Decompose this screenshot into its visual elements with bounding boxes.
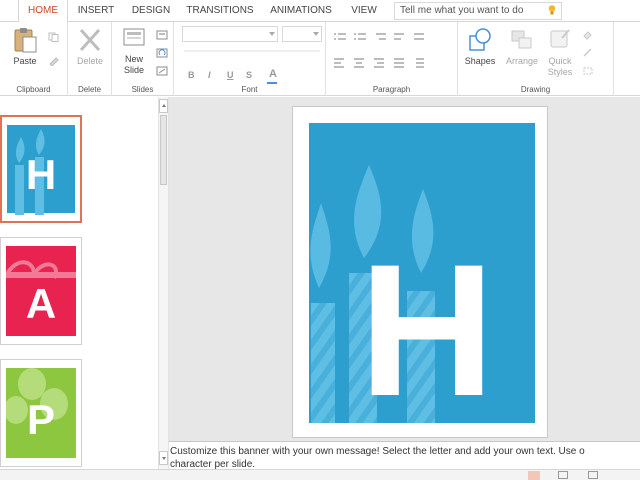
tab-home[interactable]: HOME [18,0,68,23]
reset-icon[interactable] [156,48,168,58]
delete-label: Delete [76,56,103,66]
slide-thumbnail-1[interactable]: H [0,115,82,223]
lightbulb-icon [548,5,556,15]
layout-icon[interactable] [156,30,168,40]
new-slide-button[interactable]: New Slide [118,26,150,76]
paste-label: Paste [13,56,37,66]
shapes-icon [469,28,491,51]
font-name-combo[interactable] [182,26,278,42]
list-indent-icons[interactable] [334,32,452,42]
shapes-button[interactable]: Shapes [462,26,498,67]
delete-button[interactable]: Delete [74,26,106,67]
clipboard-group-label: Clipboard [16,85,51,94]
slide-sorter-button[interactable] [558,471,568,479]
slide-thumbnails-panel: H A P [0,97,158,469]
copy-icon[interactable] [48,32,60,42]
notes-line-1: Customize this banner with your own mess… [170,446,585,457]
tell-me-search[interactable]: Tell me what you want to do [394,2,562,20]
paragraph-group-label: Paragraph [372,85,411,94]
arrange-button[interactable]: Arrange [502,26,542,67]
section-icon[interactable] [156,66,168,76]
bold-button[interactable]: B [188,70,195,80]
tab-insert[interactable]: INSERT [70,0,122,22]
thumbnail-3-letter: P [26,396,55,443]
drawing-group: Shapes Arrange Quick Styles Drawing [458,22,614,96]
shadow-button[interactable]: S [246,70,252,80]
scroll-down-arrow-icon [162,457,166,460]
tab-design[interactable]: DESIGN [124,0,178,22]
thumbnail-1-letter: H [25,151,57,198]
paste-button[interactable]: Paste [8,26,42,67]
current-slide[interactable]: H [292,106,548,438]
underline-button[interactable]: U [227,70,234,80]
arrange-icon [511,30,532,49]
scroll-down-button[interactable] [159,451,168,465]
shapes-label: Shapes [464,56,496,66]
italic-button[interactable]: I [208,70,211,80]
font-color-button[interactable]: A [269,68,277,80]
ribbon-tabs: HOME INSERT DESIGN TRANSITIONS ANIMATION… [0,0,640,23]
paste-icon [14,28,37,53]
arrange-label: Arrange [505,56,539,66]
quick-styles-label-2: Styles [547,67,573,77]
reading-view-button[interactable] [588,471,598,479]
slide-letter-graphic: H [359,225,495,423]
format-painter-icon[interactable] [48,56,60,66]
quick-styles-button[interactable]: Quick Styles [542,26,578,78]
slide-letter[interactable]: H [359,225,495,423]
thumbnail-2-background: A [6,246,76,336]
new-slide-label-2: Slide [123,65,144,75]
new-slide-icon [123,28,145,46]
delete-group-label: Delete [77,85,102,94]
font-size-buttons [184,50,320,52]
slide-thumbnail-3[interactable]: P [0,359,82,467]
notes-line-2: character per slide. [170,459,256,469]
thumbnails-scrollbar[interactable] [158,97,169,469]
font-color-swatch [267,82,277,84]
clipboard-group: Paste Clipboard [0,22,68,96]
speaker-notes[interactable]: Customize this banner with your own mess… [169,441,640,469]
tab-transitions[interactable]: TRANSITIONS [182,0,258,22]
font-group-label: Font [241,85,258,94]
slide-background-panel: H [309,123,535,423]
scroll-up-arrow-icon [162,104,166,107]
thumbnail-1-background: H [7,125,75,215]
delete-x-icon [79,28,101,52]
scroll-up-button[interactable] [159,99,168,113]
font-size-combo[interactable] [282,26,322,42]
status-bar [0,469,640,480]
slides-group: New Slide Slides [112,22,174,96]
paragraph-group: Paragraph [326,22,458,96]
normal-view-button[interactable] [528,471,540,480]
tab-animations[interactable]: ANIMATIONS [262,0,340,22]
shape-outline-icon[interactable] [582,48,594,58]
slides-group-label: Slides [131,85,154,94]
alignment-icons[interactable] [334,58,452,68]
new-slide-label-1: New [124,54,143,64]
tell-me-placeholder: Tell me what you want to do [400,5,524,16]
quick-styles-label-1: Quick [548,56,572,66]
thumbnail-2-letter: A [25,280,57,327]
delete-group: Delete Delete [68,22,112,96]
font-group: B I U S A Font [174,22,326,96]
shape-fill-icon[interactable] [582,30,594,40]
drawing-group-label: Drawing [520,85,551,94]
ribbon: Paste Clipboard Delete Delete New Slide … [0,22,640,96]
quick-styles-icon [550,29,570,48]
shape-effects-icon[interactable] [582,66,594,76]
thumbnail-3-background: P [6,368,76,458]
slide-thumbnail-2[interactable]: A [0,237,82,345]
scrollbar-thumb[interactable] [160,115,167,185]
tab-view[interactable]: VIEW [344,0,384,22]
